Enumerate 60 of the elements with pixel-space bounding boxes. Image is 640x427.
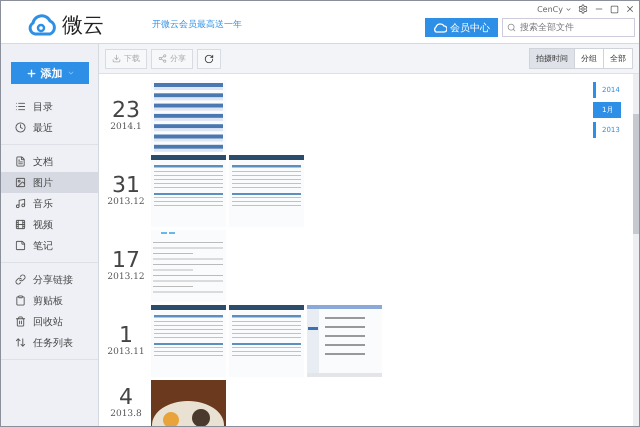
date-month: 2013.12 xyxy=(107,272,145,282)
search-field[interactable]: 搜索全部文件 xyxy=(502,18,635,37)
sidebar-item[interactable]: 图片 xyxy=(1,172,98,193)
refresh-button[interactable] xyxy=(197,48,221,68)
share-icon xyxy=(158,54,167,63)
close-icon[interactable] xyxy=(625,4,635,14)
cloud-icon xyxy=(433,22,447,32)
sidebar-item[interactable]: 目录 xyxy=(1,96,98,117)
logo-text: 微云 xyxy=(62,12,104,39)
table-screenshot-thumbnail[interactable] xyxy=(229,155,304,227)
table-screenshot-thumbnail[interactable] xyxy=(151,155,226,227)
film-icon xyxy=(15,219,26,230)
date-day: 31 xyxy=(112,175,140,197)
image-icon xyxy=(15,177,26,188)
caret-icon xyxy=(66,69,74,77)
sidebar-item[interactable]: 分享链接 xyxy=(1,269,98,290)
sidebar-item[interactable]: 剪贴板 xyxy=(1,290,98,311)
date-month: 2014.1 xyxy=(110,122,142,132)
view-tab[interactable]: 拍摄时间 xyxy=(530,49,574,68)
sidebar-item[interactable]: 最近 xyxy=(1,117,98,138)
plus-icon xyxy=(26,68,36,78)
caret-icon xyxy=(565,6,572,12)
sidebar-item[interactable]: 回收站 xyxy=(1,311,98,332)
sidebar-item[interactable]: 笔记 xyxy=(1,235,98,256)
promo-link[interactable]: 开微云会员最高送一年 xyxy=(152,18,242,31)
download-icon xyxy=(112,54,121,63)
refresh-icon xyxy=(204,54,214,64)
clipboard-icon xyxy=(15,295,26,306)
sidebar-item[interactable]: 音乐 xyxy=(1,193,98,214)
document-icon xyxy=(15,156,26,167)
flowchart-thumbnail[interactable] xyxy=(151,80,226,152)
date-day: 1 xyxy=(119,325,133,347)
note-icon xyxy=(15,240,26,251)
date-day: 17 xyxy=(112,250,140,272)
date-day: 4 xyxy=(119,387,133,409)
sidebar-item[interactable]: 视频 xyxy=(1,214,98,235)
view-tab[interactable]: 分组 xyxy=(574,49,603,68)
table-screenshot-thumbnail[interactable] xyxy=(229,305,304,377)
link-icon xyxy=(15,274,26,285)
trash-icon xyxy=(15,316,26,327)
date-day: 23 xyxy=(112,100,140,122)
scrollbar-thumb[interactable] xyxy=(633,114,639,234)
date-month: 2013.8 xyxy=(110,409,142,419)
document-thumbnail[interactable] xyxy=(151,230,226,302)
user-menu[interactable]: CenCy xyxy=(537,4,572,14)
date-month: 2013.11 xyxy=(107,347,145,357)
table-screenshot-thumbnail[interactable] xyxy=(151,305,226,377)
search-icon xyxy=(507,23,516,32)
arrows-icon xyxy=(15,337,26,348)
sidebar-item[interactable]: 任务列表 xyxy=(1,332,98,353)
settings-icon[interactable] xyxy=(578,4,588,14)
clock-icon xyxy=(15,122,26,133)
view-tab[interactable]: 全部 xyxy=(603,49,632,68)
cloud-logo-icon xyxy=(27,14,57,36)
dialog-screenshot-thumbnail[interactable] xyxy=(307,305,382,377)
maximize-icon[interactable] xyxy=(610,4,619,14)
list-icon xyxy=(15,101,26,112)
sidebar-item[interactable]: 文档 xyxy=(1,151,98,172)
music-icon xyxy=(15,198,26,209)
date-month: 2013.12 xyxy=(107,197,145,207)
